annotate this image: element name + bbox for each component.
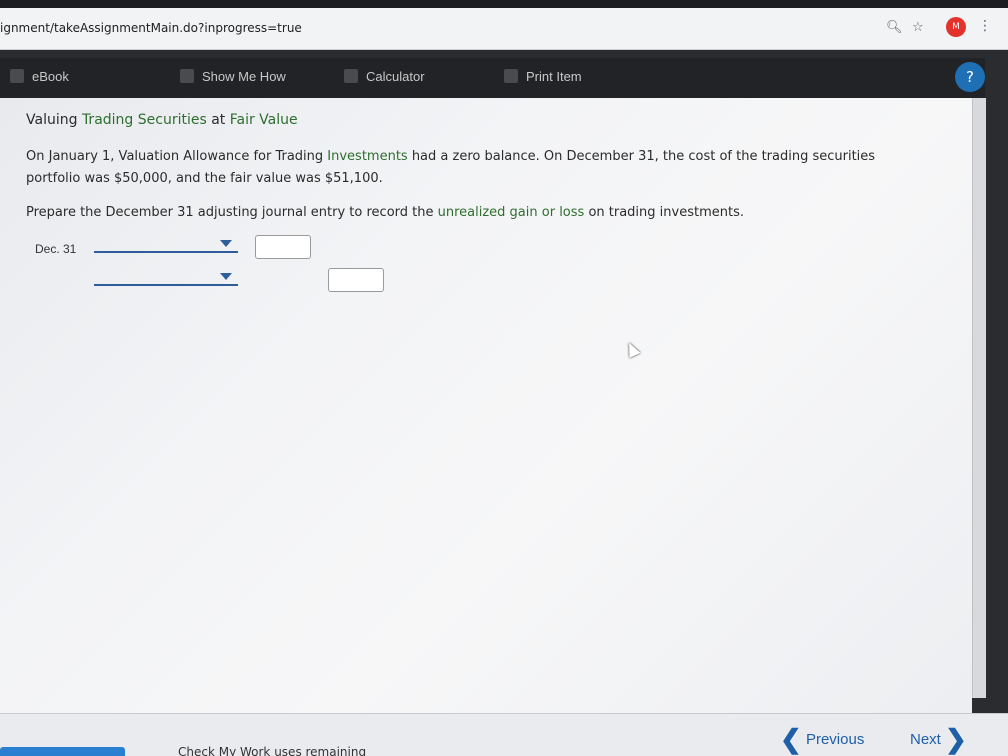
print-item-label: Print Item [526,69,582,84]
credit-amount-input[interactable] [328,268,384,292]
show-me-how-button[interactable]: Show Me How [180,69,286,84]
instruction-part: Prepare the December 31 adjusting journa… [26,205,438,220]
term-link-trading-securities[interactable]: Trading Securities [82,112,207,128]
menu-kebab-icon[interactable]: ⋮ [978,18,992,34]
print-icon [504,69,518,83]
ebook-button[interactable]: eBook [10,69,69,84]
debit-account-dropdown[interactable] [94,235,238,253]
question-panel: Valuing Trading Securities at Fair Value… [0,98,972,713]
instruction-text: Prepare the December 31 adjusting journa… [26,202,926,224]
debit-amount-input[interactable] [255,235,311,259]
instruction-part: on trading investments. [584,205,744,220]
title-text: Valuing [26,112,82,128]
next-label: Next [910,731,941,748]
term-link-unrealized-gain-or-loss[interactable]: unrealized gain or loss [438,205,585,220]
journal-date: Dec. 31 [35,242,77,256]
problem-title: Valuing Trading Securities at Fair Value [26,112,298,128]
credit-account-dropdown[interactable] [94,268,238,286]
url-text[interactable]: ignment/takeAssignmentMain.do?inprogress… [0,21,302,35]
vertical-scrollbar[interactable] [972,98,986,698]
title-text: at [206,112,230,128]
browser-top-strip [0,0,1008,8]
calculator-label: Calculator [366,69,425,84]
next-button[interactable]: Next ❯ [910,724,967,755]
dropdown-caret-icon [220,273,232,280]
chevron-right-icon: ❯ [945,724,967,754]
check-my-work-button[interactable] [0,747,125,756]
print-item-button[interactable]: Print Item [504,69,582,84]
show-me-how-label: Show Me How [202,69,286,84]
calculator-button[interactable]: Calculator [344,69,425,84]
book-icon [10,69,24,83]
statement-text: On January 1, Valuation Allowance for Tr… [26,149,328,164]
browser-address-bar[interactable]: ignment/takeAssignmentMain.do?inprogress… [0,8,1008,50]
help-icon[interactable]: ? [955,62,985,92]
problem-statement: On January 1, Valuation Allowance for Tr… [26,146,926,190]
assignment-toolbar: eBook Show Me How Calculator Print Item [0,58,985,98]
chevron-left-icon: ❮ [780,724,802,754]
dropdown-caret-icon [220,240,232,247]
term-link-fair-value[interactable]: Fair Value [230,112,298,128]
footer-bar: Check My Work uses remaining ❮ Previous … [0,713,1008,756]
zoom-icon[interactable]: 🔍︎ [886,20,903,35]
previous-button[interactable]: ❮ Previous [780,724,864,755]
video-icon [180,69,194,83]
ebook-label: eBook [32,69,69,84]
previous-label: Previous [805,731,865,748]
calculator-icon [344,69,358,83]
avatar[interactable]: M [946,17,966,37]
check-work-remaining-text: Check My Work uses remaining [178,745,367,756]
term-link-investments[interactable]: Investments [327,149,407,164]
star-icon[interactable]: ☆ [912,20,924,35]
